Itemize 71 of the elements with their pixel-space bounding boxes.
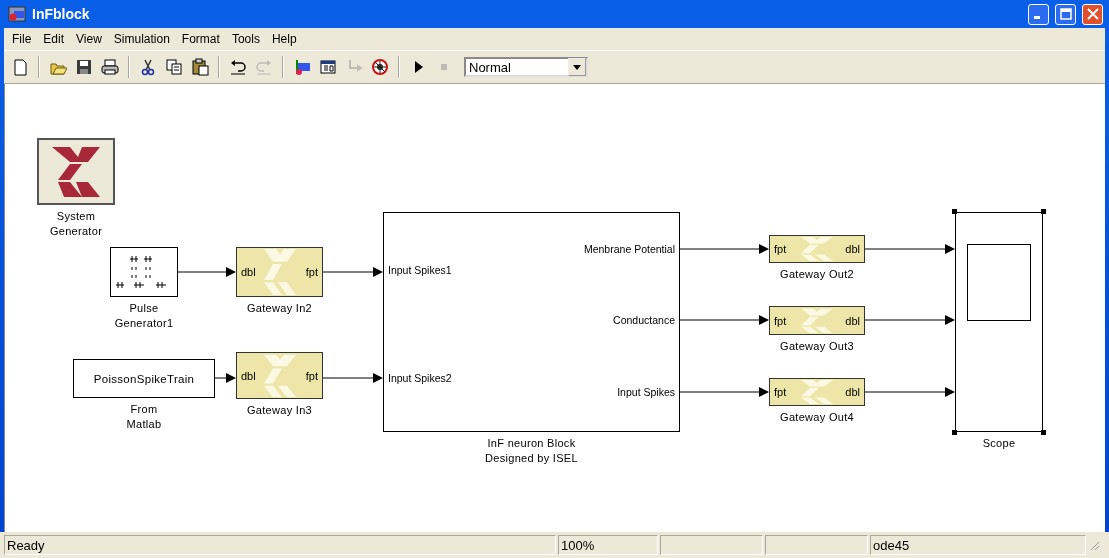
menu-item[interactable]: Edit <box>37 30 71 48</box>
selection-handle[interactable] <box>1041 430 1046 435</box>
port-label: fpt <box>774 386 787 398</box>
port-label: dbl <box>845 314 860 327</box>
zigzag-logo-icon <box>261 249 298 295</box>
port-label: dbl <box>845 386 860 398</box>
menu-item[interactable]: Simulation <box>107 30 176 48</box>
port-label: dbl <box>241 369 256 382</box>
pulse-generator-block[interactable] <box>110 247 178 297</box>
resize-grip-icon <box>1088 539 1100 551</box>
gateway-block[interactable]: fpt dbl <box>769 235 865 263</box>
from-workspace-block[interactable]: PoissonSpikeTrain <box>73 359 215 398</box>
block-label: Gateway In2 <box>245 301 314 316</box>
maximize-button[interactable] <box>1055 3 1076 25</box>
block-text: PoissonSpikeTrain <box>93 372 195 385</box>
block-label: Gateway In3 <box>245 403 314 418</box>
selection-handle[interactable] <box>1041 209 1046 214</box>
selection-handle[interactable] <box>952 430 957 435</box>
selection-handle[interactable] <box>952 209 957 214</box>
port-label: fpt <box>305 369 318 382</box>
minimize-icon <box>1033 16 1040 19</box>
close-button[interactable] <box>1082 3 1103 25</box>
port-label: fpt <box>774 314 787 327</box>
caret-icon <box>568 58 586 76</box>
scope-block[interactable] <box>955 212 1043 432</box>
signal-line <box>214 373 236 383</box>
zigzag-logo-icon <box>261 354 298 397</box>
zigzag-logo-icon <box>799 380 835 404</box>
port-label: Menbrane Potential <box>583 243 675 255</box>
zigzag-logo-icon <box>799 237 835 261</box>
gateway-block[interactable]: dbl fpt <box>236 352 323 399</box>
scope-screen-icon <box>967 244 1032 322</box>
block-label: System Generator <box>48 209 104 239</box>
port-label: Input Spikes1 <box>388 264 452 276</box>
signal-line <box>177 267 236 277</box>
menu-item[interactable]: Tools <box>225 30 266 48</box>
signal-line <box>322 267 383 277</box>
port-label: Input Spikes <box>617 386 675 398</box>
menu-item[interactable]: Help <box>265 30 303 48</box>
block-label: Scope <box>981 436 1017 451</box>
block-label: InF neuron Block Designed by ISEL <box>484 436 579 466</box>
menu-item[interactable]: View <box>70 30 108 48</box>
xilinx-logo-block[interactable] <box>37 138 115 205</box>
menu-item[interactable]: File <box>6 30 38 48</box>
solver-name: ode45 <box>870 535 1086 555</box>
port-label: Conductance <box>613 314 675 326</box>
gateway-block[interactable]: dbl fpt <box>236 247 323 297</box>
block-label: Gateway Out2 <box>779 267 855 282</box>
close-icon <box>1086 8 1099 20</box>
gateway-block[interactable]: fpt dbl <box>769 378 865 406</box>
gateway-block[interactable]: fpt dbl <box>769 306 865 335</box>
port-label: Input Spikes2 <box>388 372 452 384</box>
signal-line <box>322 373 383 383</box>
subsystem-block[interactable]: Input Spikes1 Input Spikes2 Menbrane Potential Conductance Input Spikes <box>383 212 680 432</box>
menu-item[interactable]: Format <box>175 30 226 48</box>
maximize-icon <box>1059 8 1072 20</box>
window-title: InFblock <box>32 6 91 22</box>
port-label: fpt <box>774 243 787 255</box>
zigzag-logo-icon <box>799 308 835 333</box>
model-icon <box>8 6 26 22</box>
block-label: From Matlab <box>125 402 163 432</box>
minimize-button[interactable] <box>1028 3 1049 25</box>
simulation-mode-dropdown[interactable]: Normal <box>464 57 588 77</box>
zoom-level: 100% <box>558 535 658 555</box>
block-label: Pulse Generator1 <box>113 301 175 331</box>
port-label: dbl <box>845 243 860 255</box>
status-message: Ready <box>4 535 556 555</box>
block-label: Gateway Out3 <box>779 339 855 354</box>
port-label: dbl <box>241 266 256 278</box>
block-label: Gateway Out4 <box>779 410 855 425</box>
port-label: fpt <box>305 266 318 278</box>
